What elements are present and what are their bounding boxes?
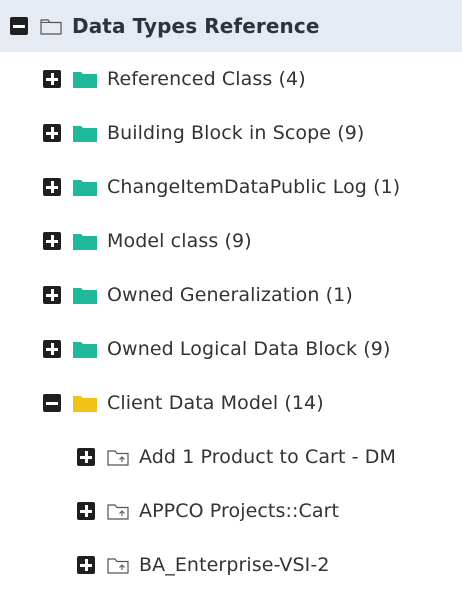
expand-icon[interactable] [43,70,61,88]
object-folder-outline-icon [107,448,129,466]
expand-icon[interactable] [43,178,61,196]
tree-item-owned-logical-data-block[interactable]: Owned Logical Data Block (9) [0,322,462,376]
expand-icon[interactable] [43,232,61,250]
data-types-tree: Data Types Reference Referenced Class (4… [0,0,462,587]
tree-item-referenced-class[interactable]: Referenced Class (4) [0,52,462,106]
tree-root-label: Data Types Reference [72,14,320,38]
tree-item-label: BA_Enterprise-VSI-2 [139,554,330,576]
tree-item-appco-projects-cart[interactable]: APPCO Projects::Cart [0,484,462,538]
expand-icon[interactable] [77,448,95,466]
folder-filled-icon [73,286,97,304]
folder-filled-icon [73,124,97,142]
tree-item-label: ChangeItemDataPublic Log (1) [107,176,401,198]
tree-item-label: Building Block in Scope (9) [107,122,365,144]
folder-filled-icon [73,70,97,88]
folder-filled-icon [73,340,97,358]
folder-filled-icon [73,232,97,250]
tree-item-changeitemdatapublic-log[interactable]: ChangeItemDataPublic Log (1) [0,160,462,214]
tree-item-label: Add 1 Product to Cart - DM [139,446,396,468]
object-folder-outline-icon [107,556,129,574]
tree-item-building-block-in-scope[interactable]: Building Block in Scope (9) [0,106,462,160]
tree-root[interactable]: Data Types Reference [0,0,462,52]
expand-icon[interactable] [77,556,95,574]
tree-item-add-1-product-to-cart-dm[interactable]: Add 1 Product to Cart - DM [0,430,462,484]
folder-filled-icon [73,394,97,412]
tree-item-label: Owned Generalization (1) [107,284,353,306]
tree-item-label: Referenced Class (4) [107,68,306,90]
expand-icon[interactable] [43,124,61,142]
collapse-icon[interactable] [43,394,61,412]
tree-item-label: Client Data Model (14) [107,392,324,414]
tree-item-ba-enterprise-vsi-2[interactable]: BA_Enterprise-VSI-2 [0,538,462,592]
tree-item-client-data-model[interactable]: Client Data Model (14) [0,376,462,430]
tree-item-label: APPCO Projects::Cart [139,500,340,522]
tree-item-owned-generalization[interactable]: Owned Generalization (1) [0,268,462,322]
folder-filled-icon [73,178,97,196]
expand-icon[interactable] [43,340,61,358]
tree-item-model-class[interactable]: Model class (9) [0,214,462,268]
tree-item-label: Model class (9) [107,230,252,252]
expand-icon[interactable] [43,286,61,304]
expand-icon[interactable] [77,502,95,520]
folder-outline-icon [40,17,62,35]
collapse-icon[interactable] [10,17,28,35]
object-folder-outline-icon [107,502,129,520]
tree-item-label: Owned Logical Data Block (9) [107,338,391,360]
